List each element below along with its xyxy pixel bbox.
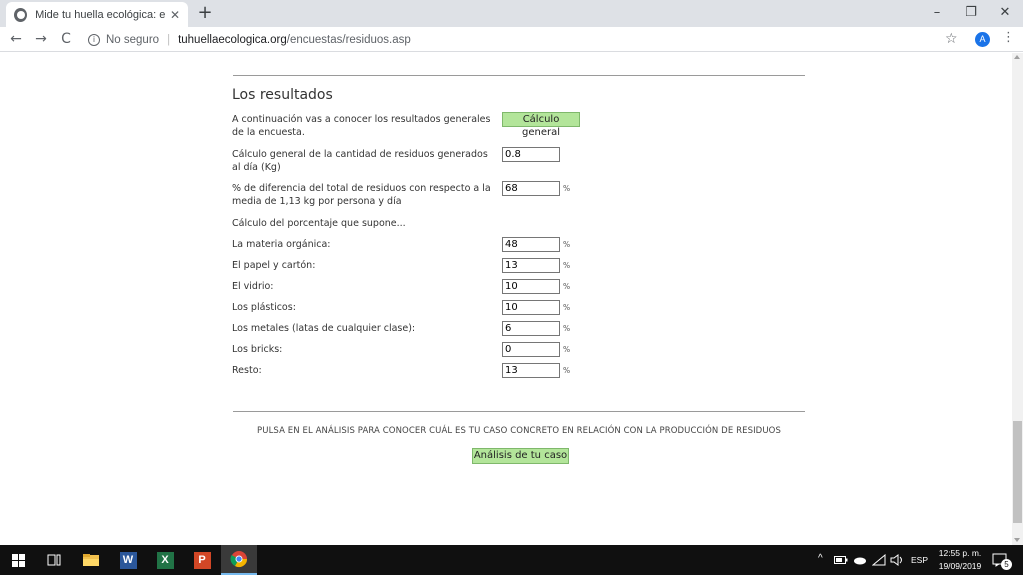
organic-field[interactable]: 48 [502,237,560,252]
organic-unit: % [563,240,571,249]
scrollbar-thumb[interactable] [1013,421,1022,523]
intro-label: A continuación vas a conocer los resulta… [232,114,491,138]
clock-date[interactable]: 19/09/2019 [936,561,984,571]
windows-taskbar: W X P ^ ESP 12:55 p. m. 19/09/2019 5 [0,545,1023,575]
difference-field[interactable]: 68 [502,181,560,196]
metals-unit: % [563,324,571,333]
chrome-icon [230,551,248,568]
browser-tab[interactable]: Mide tu huella ecológica: encues ✕ [6,2,188,27]
volume-icon[interactable] [890,554,906,566]
tab-title: Mide tu huella ecológica: encues [35,8,166,21]
powerpoint-icon: P [193,551,211,569]
close-window-button[interactable]: ✕ [988,0,1022,27]
difference-unit: % [563,184,571,193]
plastics-unit: % [563,303,571,312]
bricks-field[interactable]: 0 [502,342,560,357]
scroll-down-arrow-icon[interactable] [1014,538,1020,542]
analysis-button[interactable]: Análisis de tu caso [472,448,569,464]
paper-unit: % [563,261,571,270]
powerpoint-button[interactable]: P [184,545,220,575]
paper-label: El papel y cartón: [232,260,316,271]
daily-waste-field[interactable]: 0.8 [502,147,560,162]
file-explorer-button[interactable] [73,545,109,575]
reload-icon[interactable]: C [56,29,76,49]
tray-overflow-icon[interactable]: ^ [818,553,823,564]
excel-icon: X [156,551,174,569]
page-viewport: Los resultados A continuación vas a cono… [0,53,1012,545]
new-tab-button[interactable]: + [194,2,216,24]
glass-label: El vidrio: [232,281,274,292]
metals-label: Los metales (latas de cualquier clase): [232,323,416,334]
minimize-button[interactable]: – [920,0,954,27]
bricks-unit: % [563,345,571,354]
address-bar[interactable]: i No seguro | tuhuellaecologica.org/encu… [80,29,966,50]
metals-field[interactable]: 6 [502,321,560,336]
plastics-label: Los plásticos: [232,302,296,313]
glass-unit: % [563,282,571,291]
analysis-prompt: PULSA EN EL ANÁLISIS PARA CONOCER CUÁL E… [257,426,781,436]
word-icon: W [119,551,137,569]
url-path: /encuestas/residuos.asp [286,33,411,46]
paper-field[interactable]: 13 [502,258,560,273]
browser-toolbar: ← → C i No seguro | tuhuellaecologica.or… [0,27,1023,52]
restore-button[interactable]: ❐ [954,0,988,27]
browser-menu-icon[interactable]: ⋮ [1002,30,1015,45]
section-title: Los resultados [232,87,333,103]
percentage-heading: Cálculo del porcentaje que supone... [232,218,406,229]
site-favicon-icon [14,7,28,22]
onedrive-icon[interactable] [853,555,867,565]
task-view-icon [47,554,61,566]
language-indicator[interactable]: ESP [911,555,928,565]
security-label: No seguro [106,33,160,46]
folder-icon [83,554,99,566]
plastics-field[interactable]: 10 [502,300,560,315]
browser-tab-strip: Mide tu huella ecológica: encues ✕ + – ❐… [0,0,1023,27]
difference-label: % de diferencia del total de residuos co… [232,183,491,207]
notification-count-badge: 5 [1001,559,1012,570]
word-button[interactable]: W [110,545,146,575]
start-button[interactable] [0,545,36,575]
tab-close-icon[interactable]: ✕ [170,8,180,22]
windows-logo-icon [11,553,25,567]
omnibox-separator: | [167,33,171,46]
organic-label: La materia orgánica: [232,239,331,250]
wifi-icon[interactable] [872,554,886,566]
scroll-up-arrow-icon[interactable] [1014,55,1020,59]
bricks-label: Los bricks: [232,344,283,355]
general-calculation-button[interactable]: Cálculo general [502,112,580,138]
back-arrow-icon[interactable]: ← [6,29,26,49]
battery-icon[interactable] [834,555,848,565]
excel-button[interactable]: X [147,545,183,575]
url-host: tuhuellaecologica.org [178,33,287,46]
profile-avatar[interactable]: A [975,32,990,47]
rest-unit: % [563,366,571,375]
daily-waste-label: Cálculo general de la cantidad de residu… [232,149,488,173]
top-divider [233,75,805,76]
bottom-divider [233,411,805,412]
rest-field[interactable]: 13 [502,363,560,378]
rest-label: Resto: [232,365,262,376]
chrome-button[interactable] [221,545,257,575]
task-view-button[interactable] [36,545,72,575]
bookmark-star-icon[interactable]: ☆ [945,31,958,47]
info-icon[interactable]: i [88,33,100,46]
clock-time[interactable]: 12:55 p. m. [936,548,984,558]
forward-arrow-icon[interactable]: → [31,29,51,49]
page-scrollbar[interactable] [1012,53,1023,545]
glass-field[interactable]: 10 [502,279,560,294]
